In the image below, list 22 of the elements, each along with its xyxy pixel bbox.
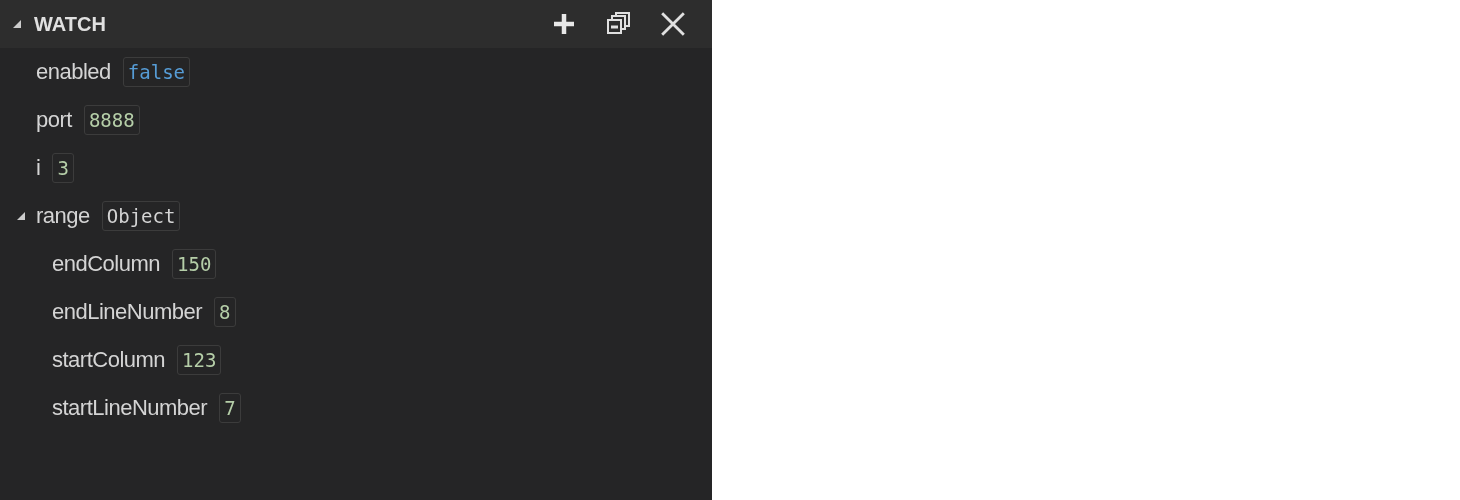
variable-name: port bbox=[36, 107, 72, 133]
twistie-icon[interactable] bbox=[16, 211, 26, 221]
variable-value: 150 bbox=[172, 249, 217, 279]
variable-value: 8888 bbox=[83, 105, 140, 135]
close-icon[interactable] bbox=[660, 11, 686, 37]
collapse-all-icon[interactable] bbox=[606, 11, 630, 37]
variable-value: Object bbox=[101, 201, 181, 231]
variable-value: 123 bbox=[177, 345, 222, 375]
twistie-icon[interactable] bbox=[12, 19, 22, 29]
variable-name: range bbox=[36, 203, 90, 229]
add-icon[interactable] bbox=[552, 12, 576, 36]
variable-name: enabled bbox=[36, 59, 111, 85]
variable-name: endLineNumber bbox=[52, 299, 203, 325]
panel-title: WATCH bbox=[34, 12, 106, 36]
variable-name: startColumn bbox=[52, 347, 166, 373]
variable-value: false bbox=[122, 57, 190, 87]
variable-value: 3 bbox=[52, 153, 74, 183]
variable-name: endColumn bbox=[52, 251, 160, 277]
variable-value: 7 bbox=[219, 393, 241, 423]
variable-name: i bbox=[36, 155, 41, 181]
variable-value: 8 bbox=[214, 297, 236, 327]
variable-name: startLineNumber bbox=[52, 395, 208, 421]
